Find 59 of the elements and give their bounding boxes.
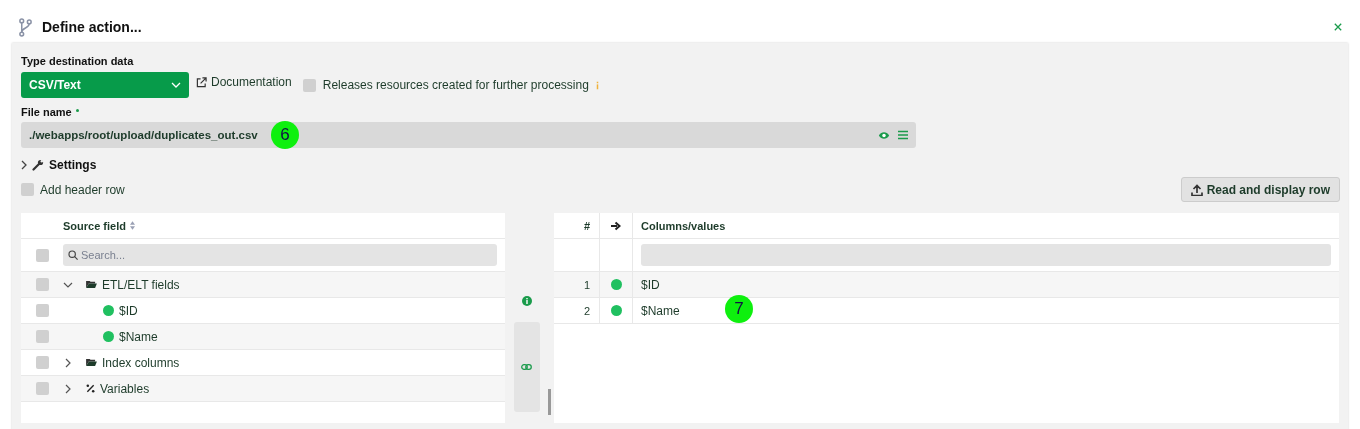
chevron-icon[interactable] <box>63 383 73 394</box>
status-dot <box>610 305 622 316</box>
search-icon <box>68 250 78 260</box>
row-number: 2 <box>554 298 600 323</box>
info-icon <box>595 80 599 90</box>
file-name-field[interactable]: ./webapps/root/upload/duplicates_out.csv 6 <box>21 122 916 148</box>
chevron-icon <box>171 82 181 88</box>
table-cell: $Name <box>641 303 680 318</box>
info-icon[interactable] <box>521 296 532 306</box>
checkbox-label: Releases resources created for further processing <box>322 78 589 92</box>
settings-toggle[interactable]: Settings <box>21 158 1339 172</box>
destination-dropdown[interactable]: CSV/Text <box>21 72 189 98</box>
folder-icon <box>86 358 97 367</box>
checkbox[interactable] <box>35 330 49 343</box>
row-number: 1 <box>554 272 600 297</box>
menu-icon[interactable] <box>898 130 908 140</box>
field-label: File name <box>21 106 72 118</box>
annotation-badge: 6 <box>271 121 299 149</box>
tree-item[interactable]: ETL/ELT fields <box>102 277 180 292</box>
upload-icon <box>1190 183 1203 196</box>
checkbox[interactable] <box>35 356 49 369</box>
wrench-icon <box>32 159 44 171</box>
sort-icon <box>129 221 135 230</box>
status-dot <box>610 279 622 290</box>
checkbox-label: Add header row <box>40 182 125 197</box>
link-button[interactable] <box>513 322 540 412</box>
status-dot <box>103 305 114 316</box>
tree-item[interactable]: Index columns <box>102 355 180 370</box>
filter-field[interactable] <box>641 244 1331 266</box>
checkbox[interactable] <box>35 278 49 291</box>
checkbox[interactable] <box>35 248 49 262</box>
annotation-badge: 7 <box>725 295 753 323</box>
tree-item[interactable]: $ID <box>119 303 138 318</box>
documentation-link[interactable]: Documentation <box>196 75 292 89</box>
branch-icon <box>18 17 33 37</box>
chevron-icon <box>21 160 27 170</box>
tree-item[interactable]: Variables <box>100 381 150 396</box>
table-cell: $ID <box>641 277 660 292</box>
external-link-icon <box>196 76 207 88</box>
folder-icon <box>86 280 97 289</box>
checkbox[interactable] <box>35 304 49 317</box>
eye-icon[interactable] <box>878 130 890 140</box>
read-row-button[interactable]: Read and display row <box>1180 177 1340 202</box>
percent-icon <box>86 384 95 393</box>
column-header: # <box>554 213 600 238</box>
link-icon <box>521 363 532 371</box>
close-icon[interactable] <box>1334 23 1342 31</box>
column-header: Columns/values <box>640 218 727 234</box>
status-dot <box>103 331 114 342</box>
checkbox[interactable] <box>35 382 49 395</box>
window-title: Define action... <box>42 19 142 35</box>
tree-item[interactable]: $Name <box>119 329 158 344</box>
checkbox[interactable] <box>21 183 34 196</box>
column-header[interactable]: Source field <box>63 219 135 232</box>
scrollbar-thumb[interactable] <box>548 389 551 415</box>
chevron-icon[interactable] <box>63 357 73 368</box>
field-label: Type destination data <box>21 55 135 67</box>
checkbox[interactable] <box>302 78 316 92</box>
arrow-icon <box>611 220 621 231</box>
